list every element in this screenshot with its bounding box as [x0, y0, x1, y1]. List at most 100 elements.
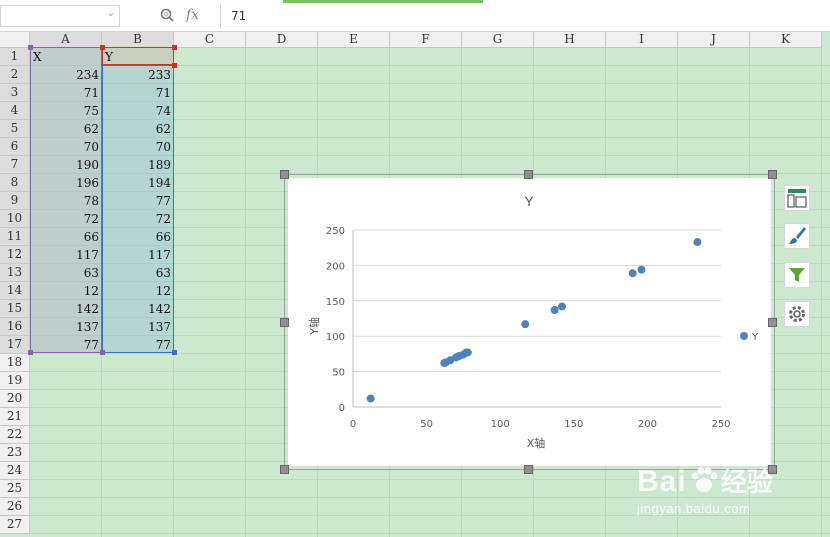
row-header-13[interactable]: 13 — [0, 264, 30, 282]
cell-b12[interactable]: 117 — [102, 246, 174, 264]
select-all-corner[interactable] — [0, 32, 30, 48]
row-header-10[interactable]: 10 — [0, 210, 30, 228]
column-header-b[interactable]: B — [102, 32, 174, 48]
cell-b17[interactable]: 77 — [102, 336, 174, 354]
row-header-12[interactable]: 12 — [0, 246, 30, 264]
chart-elements-button[interactable] — [784, 185, 810, 211]
range-handle[interactable] — [172, 45, 177, 50]
cell-b13[interactable]: 63 — [102, 264, 174, 282]
cell-a2[interactable]: 234 — [30, 66, 102, 84]
cell-a10[interactable]: 72 — [30, 210, 102, 228]
row-header-19[interactable]: 19 — [0, 372, 30, 390]
chart-resize-handle[interactable] — [768, 170, 777, 179]
cell-a12[interactable]: 117 — [30, 246, 102, 264]
row-header-2[interactable]: 2 — [0, 66, 30, 84]
cell-a11[interactable]: 66 — [30, 228, 102, 246]
cell-b5[interactable]: 62 — [102, 120, 174, 138]
column-header-a[interactable]: A — [30, 32, 102, 48]
column-header-e[interactable]: E — [318, 32, 390, 48]
row-header-18[interactable]: 18 — [0, 354, 30, 372]
row-header-15[interactable]: 15 — [0, 300, 30, 318]
cell-b9[interactable]: 77 — [102, 192, 174, 210]
row-header-1[interactable]: 1 — [0, 48, 30, 66]
column-header-k[interactable]: K — [750, 32, 822, 48]
row-header-11[interactable]: 11 — [0, 228, 30, 246]
row-header-17[interactable]: 17 — [0, 336, 30, 354]
cell-a14[interactable]: 12 — [30, 282, 102, 300]
chart-resize-handle[interactable] — [524, 170, 533, 179]
chevron-down-icon[interactable]: ⌄ — [107, 8, 115, 19]
data-point[interactable] — [628, 269, 637, 278]
cell-a9[interactable]: 78 — [30, 192, 102, 210]
column-header-c[interactable]: C — [174, 32, 246, 48]
row-header-4[interactable]: 4 — [0, 102, 30, 120]
row-header-16[interactable]: 16 — [0, 318, 30, 336]
column-header-j[interactable]: J — [678, 32, 750, 48]
name-box[interactable]: ⌄ — [0, 5, 120, 27]
cell-a8[interactable]: 196 — [30, 174, 102, 192]
row-header-27[interactable]: 27 — [0, 516, 30, 534]
cell-b11[interactable]: 66 — [102, 228, 174, 246]
cell-a1[interactable]: X — [30, 49, 45, 65]
cell-b6[interactable]: 70 — [102, 138, 174, 156]
data-point[interactable] — [441, 358, 450, 367]
chart-resize-handle[interactable] — [280, 318, 289, 327]
chart-resize-handle[interactable] — [768, 318, 777, 327]
data-point[interactable] — [558, 302, 567, 311]
cell-b7[interactable]: 189 — [102, 156, 174, 174]
cell-b16[interactable]: 137 — [102, 318, 174, 336]
data-point[interactable] — [693, 238, 702, 247]
cell-b2[interactable]: 233 — [102, 66, 174, 84]
fx-icon[interactable]: fx — [186, 7, 199, 23]
formula-input[interactable]: 71 — [220, 4, 830, 28]
data-point[interactable] — [366, 394, 375, 403]
row-header-7[interactable]: 7 — [0, 156, 30, 174]
chart-resize-handle[interactable] — [280, 170, 289, 179]
chart-filter-button[interactable] — [784, 262, 810, 288]
cell-b10[interactable]: 72 — [102, 210, 174, 228]
row-header-23[interactable]: 23 — [0, 444, 30, 462]
row-header-24[interactable]: 24 — [0, 462, 30, 480]
cell-a3[interactable]: 71 — [30, 84, 102, 102]
column-header-d[interactable]: D — [246, 32, 318, 48]
row-header-14[interactable]: 14 — [0, 282, 30, 300]
data-point[interactable] — [521, 320, 530, 329]
data-point[interactable] — [550, 306, 559, 315]
column-header-f[interactable]: F — [390, 32, 462, 48]
scatter-chart[interactable]: Y X轴 Y轴 0 50 100 150 200 250 0 50 100 150 200 250 Y — [288, 178, 771, 466]
cell-a5[interactable]: 62 — [30, 120, 102, 138]
cell-b1[interactable]: Y — [102, 49, 116, 65]
row-header-8[interactable]: 8 — [0, 174, 30, 192]
row-header-3[interactable]: 3 — [0, 84, 30, 102]
row-header-22[interactable]: 22 — [0, 426, 30, 444]
cell-b15[interactable]: 142 — [102, 300, 174, 318]
cell-a6[interactable]: 70 — [30, 138, 102, 156]
cell-a17[interactable]: 77 — [30, 336, 102, 354]
row-header-5[interactable]: 5 — [0, 120, 30, 138]
row-header-25[interactable]: 25 — [0, 480, 30, 498]
column-header-g[interactable]: G — [462, 32, 534, 48]
cell-a16[interactable]: 137 — [30, 318, 102, 336]
cell-b14[interactable]: 12 — [102, 282, 174, 300]
column-header-i[interactable]: I — [606, 32, 678, 48]
cell-b3[interactable]: 71 — [102, 84, 174, 102]
data-point[interactable] — [462, 348, 471, 357]
cell-a13[interactable]: 63 — [30, 264, 102, 282]
row-header-21[interactable]: 21 — [0, 408, 30, 426]
chart-styles-button[interactable] — [784, 223, 810, 249]
chart-resize-handle[interactable] — [280, 465, 289, 474]
data-point[interactable] — [637, 265, 646, 274]
row-header-6[interactable]: 6 — [0, 138, 30, 156]
row-header-20[interactable]: 20 — [0, 390, 30, 408]
chart-settings-button[interactable] — [784, 301, 810, 327]
cell-a4[interactable]: 75 — [30, 102, 102, 120]
row-header-9[interactable]: 9 — [0, 192, 30, 210]
cell-b4[interactable]: 74 — [102, 102, 174, 120]
cell-a15[interactable]: 142 — [30, 300, 102, 318]
cell-b8[interactable]: 194 — [102, 174, 174, 192]
zoom-search-icon[interactable]: Q — [160, 8, 174, 26]
data-point[interactable] — [454, 352, 463, 361]
cell-a7[interactable]: 190 — [30, 156, 102, 174]
column-header-h[interactable]: H — [534, 32, 606, 48]
chart-resize-handle[interactable] — [524, 465, 533, 474]
